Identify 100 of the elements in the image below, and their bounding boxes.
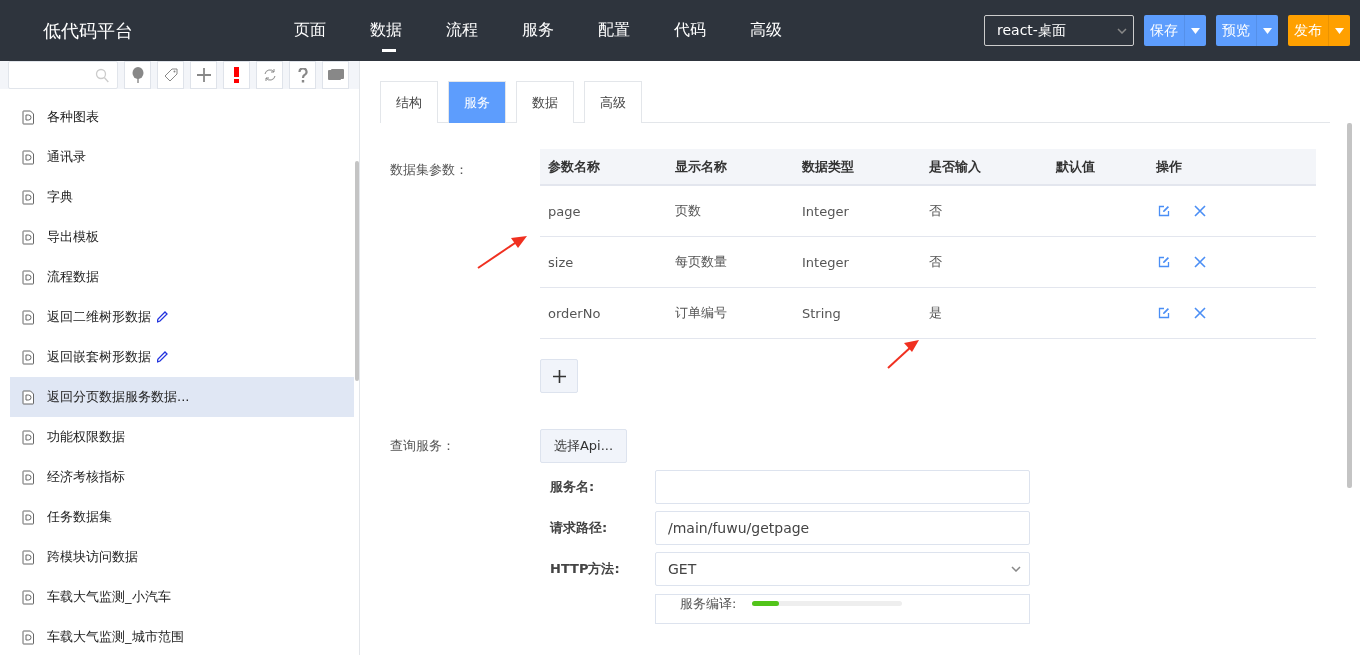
document-icon bbox=[22, 109, 35, 125]
table-cell: orderNo bbox=[540, 288, 667, 339]
field-label: HTTP方法: bbox=[549, 560, 621, 578]
plus-icon bbox=[552, 369, 566, 383]
dataset-item[interactable]: 返回二维树形数据 bbox=[10, 297, 354, 337]
document-icon bbox=[22, 349, 35, 365]
close-icon bbox=[1194, 205, 1206, 217]
dataset-name: 字典 bbox=[47, 188, 73, 206]
nav-tab[interactable]: 数据 bbox=[370, 12, 446, 49]
column-header: 操作 bbox=[1148, 149, 1316, 186]
dataset-item[interactable]: 字典 bbox=[10, 177, 354, 217]
nav-tab[interactable]: 高级 bbox=[750, 12, 826, 49]
dataset-name: 返回嵌套树形数据 bbox=[47, 348, 151, 366]
delete-button[interactable] bbox=[1194, 256, 1206, 268]
tree-button[interactable] bbox=[124, 61, 151, 89]
caret-icon bbox=[1263, 27, 1272, 34]
edit-button[interactable] bbox=[1158, 256, 1170, 268]
dataset-name: 通讯录 bbox=[47, 148, 86, 166]
document-icon bbox=[22, 549, 35, 565]
table-cell: 否 bbox=[921, 186, 1048, 237]
tab[interactable]: 高级 bbox=[584, 81, 642, 123]
table-cell: Integer bbox=[794, 237, 921, 288]
close-icon bbox=[1194, 256, 1206, 268]
dataset-item[interactable]: 流程数据 bbox=[10, 257, 354, 297]
dataset-item[interactable]: 通讯录 bbox=[10, 137, 354, 177]
nav-tab[interactable]: 代码 bbox=[674, 12, 750, 49]
delete-button[interactable] bbox=[1194, 307, 1206, 319]
chevron-down-icon bbox=[1117, 27, 1127, 34]
tag-button[interactable] bbox=[157, 61, 184, 89]
column-header: 数据类型 bbox=[794, 149, 921, 186]
dataset-item[interactable]: 车载大气监测_城市范围 bbox=[10, 617, 354, 655]
scrollbar-thumb[interactable] bbox=[355, 161, 359, 381]
nav-tab[interactable]: 配置 bbox=[598, 12, 674, 49]
exclamation-icon bbox=[234, 67, 239, 83]
dataset-item[interactable]: 功能权限数据 bbox=[10, 417, 354, 457]
field-label: 服务名: bbox=[549, 478, 596, 496]
dataset-item[interactable]: 返回嵌套树形数据 bbox=[10, 337, 354, 377]
chevron-down-icon bbox=[1011, 566, 1021, 572]
nav-tab[interactable]: 服务 bbox=[522, 12, 598, 49]
add-row-button[interactable] bbox=[540, 359, 578, 393]
column-header: 是否输入 bbox=[921, 149, 1048, 186]
dataset-name: 导出模板 bbox=[47, 228, 99, 246]
dataset-name: 车载大气监测_城市范围 bbox=[47, 628, 184, 646]
tag-icon bbox=[163, 68, 178, 82]
edit-icon bbox=[1158, 205, 1170, 217]
field-label: 数据集参数： bbox=[389, 161, 469, 179]
dataset-item[interactable]: 跨模块访问数据 bbox=[10, 537, 354, 577]
document-icon bbox=[22, 629, 35, 645]
column-header: 默认值 bbox=[1048, 149, 1148, 186]
edit-button[interactable] bbox=[1158, 205, 1170, 217]
dataset-item[interactable]: 返回分页数据服务数据... bbox=[10, 377, 354, 417]
dataset-name: 车载大气监测_小汽车 bbox=[47, 588, 171, 606]
column-header: 参数名称 bbox=[540, 149, 667, 186]
dataset-item[interactable]: 各种图表 bbox=[10, 97, 354, 137]
platform-select[interactable]: react-桌面 bbox=[984, 15, 1134, 46]
field-label: 查询服务： bbox=[389, 437, 456, 455]
document-icon bbox=[22, 229, 35, 245]
nav-tab[interactable]: 流程 bbox=[446, 12, 522, 49]
table-cell: 每页数量 bbox=[667, 237, 794, 288]
dataset-name: 跨模块访问数据 bbox=[47, 548, 138, 566]
search-field[interactable] bbox=[8, 61, 118, 89]
app-title: 低代码平台 bbox=[43, 18, 134, 43]
caret-icon bbox=[1191, 27, 1200, 34]
dataset-name: 任务数据集 bbox=[47, 508, 112, 526]
dataset-name: 各种图表 bbox=[47, 108, 99, 126]
tree-icon bbox=[131, 67, 144, 83]
table-cell: 是 bbox=[921, 288, 1048, 339]
tab[interactable]: 数据 bbox=[516, 81, 574, 123]
delete-button[interactable] bbox=[1194, 205, 1206, 217]
edit-icon bbox=[1158, 256, 1170, 268]
progress-label: 服务编译: bbox=[680, 595, 737, 613]
tab[interactable]: 结构 bbox=[380, 81, 438, 123]
field-label: 请求路径: bbox=[548, 519, 609, 537]
close-icon bbox=[1194, 307, 1206, 319]
document-icon bbox=[22, 509, 35, 525]
edit-button[interactable] bbox=[1158, 307, 1170, 319]
refresh-button[interactable] bbox=[256, 61, 283, 89]
nav-tab[interactable]: 页面 bbox=[294, 12, 370, 49]
choose-api-button[interactable]: 选择Api... bbox=[540, 429, 627, 463]
method-select[interactable]: GET bbox=[655, 552, 1030, 586]
dataset-item[interactable]: 任务数据集 bbox=[10, 497, 354, 537]
scrollbar-thumb[interactable] bbox=[1347, 123, 1352, 488]
table-cell: 否 bbox=[921, 237, 1048, 288]
table-cell: Integer bbox=[794, 186, 921, 237]
annotation-arrow bbox=[887, 340, 919, 369]
add-button[interactable] bbox=[190, 61, 217, 89]
document-icon bbox=[22, 429, 35, 445]
help-button[interactable] bbox=[289, 61, 316, 89]
table-cell: size bbox=[540, 237, 667, 288]
document-icon bbox=[22, 589, 35, 605]
dataset-item[interactable]: 经济考核指标 bbox=[10, 457, 354, 497]
alert-button[interactable] bbox=[223, 61, 250, 89]
caret-icon bbox=[1335, 27, 1344, 34]
table-cell: 页数 bbox=[667, 186, 794, 237]
comment-button[interactable] bbox=[322, 61, 349, 89]
input-field[interactable] bbox=[655, 470, 1030, 504]
input-field[interactable]: /main/fuwu/getpage bbox=[655, 511, 1030, 545]
document-icon bbox=[22, 469, 35, 485]
dataset-item[interactable]: 导出模板 bbox=[10, 217, 354, 257]
dataset-item[interactable]: 车载大气监测_小汽车 bbox=[10, 577, 354, 617]
